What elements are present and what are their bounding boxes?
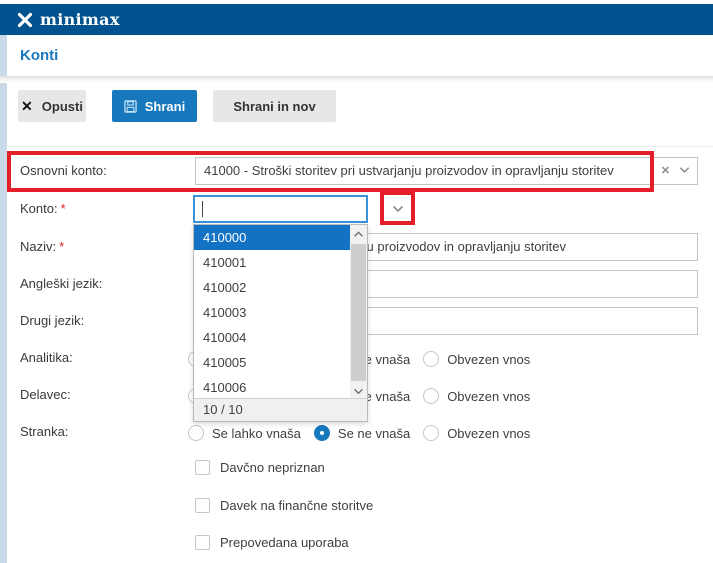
page-title[interactable]: Konti [20, 35, 58, 76]
osnovni-konto-label: Osnovni konto: [20, 157, 107, 185]
checkbox-prepovedana-uporaba[interactable] [195, 534, 210, 550]
checkbox-label-davcno-nepriznan: Davčno nepriznan [220, 459, 325, 475]
drugi-jezik-label-text: Drugi jezik: [20, 313, 85, 328]
radio-option-label: Se lahko vnaša [212, 425, 301, 441]
radio-option-obvezen-vnos[interactable]: Obvezen vnos [423, 351, 530, 367]
scroll-up-icon[interactable] [350, 225, 367, 243]
radio-button-icon[interactable] [423, 388, 440, 404]
konto-input[interactable] [193, 195, 368, 223]
analitika-label-text: Analitika: [20, 350, 73, 365]
stranka-radio-group: Se lahko vnaša Se ne vnaša Obvezen vnos [188, 424, 530, 442]
form-divider [7, 146, 713, 147]
naziv-label: Naziv: * [20, 233, 64, 261]
required-asterisk: * [60, 201, 66, 216]
opusti-button-label: Opusti [41, 98, 83, 114]
minimax-app-window: minimax Konti ✕ Opusti Shrani Shrani in … [0, 0, 713, 563]
stranka-label-text: Stranka: [20, 424, 69, 439]
konto-label: Konto: * [20, 195, 66, 223]
minimax-logo-icon [17, 12, 33, 27]
radio-option-se-lahko-vna-a[interactable]: Se lahko vnaša [188, 425, 301, 441]
delavec-label-text: Delavec: [20, 387, 71, 402]
save-floppy-icon [124, 99, 137, 113]
radio-button-icon[interactable] [188, 425, 204, 441]
checkbox-label-prepovedana-uporaba: Prepovedana uporaba [220, 534, 349, 550]
radio-button-icon[interactable] [423, 351, 440, 367]
dropdown-option-410003[interactable]: 410003 [194, 300, 350, 325]
delavec-label: Delavec: [20, 386, 71, 404]
dropdown-option-410002[interactable]: 410002 [194, 275, 350, 300]
shrani-button-label: Shrani [144, 98, 186, 114]
konto-dropdown-panel: 410000 410001 410002 410003 410004 410005 4100… [193, 224, 368, 422]
dropdown-option-410004[interactable]: 410004 [194, 325, 350, 350]
stranka-label: Stranka: [20, 423, 68, 441]
checkbox-label-davek-na-financne-storitve: Davek na finančne storitve [220, 497, 374, 513]
scrollbar-thumb[interactable] [351, 244, 366, 381]
dropdown-scrollbar[interactable] [350, 225, 367, 400]
dropdown-result-count: 10 / 10 [194, 398, 367, 421]
cancel-x-icon: ✕ [21, 97, 33, 114]
app-logo-text: minimax [40, 10, 120, 29]
chevron-down-icon[interactable] [679, 166, 690, 174]
clear-selection-icon[interactable]: ✕ [661, 158, 670, 184]
checkbox-davek-na-financne-storitve[interactable] [195, 497, 210, 513]
title-row: Konti [7, 35, 713, 76]
angleski-jezik-label-text: Angleški jezik: [20, 276, 103, 291]
radio-option-se-ne-vna-a[interactable]: Se ne vnaša [313, 425, 411, 441]
chevron-down-icon [392, 205, 403, 212]
radio-option-label: Obvezen vnos [447, 351, 531, 367]
radio-option-obvezen-vnos[interactable]: Obvezen vnos [423, 388, 530, 404]
dropdown-option-410006[interactable]: 410006 [194, 375, 350, 400]
checkbox-davcno-nepriznan[interactable] [195, 459, 210, 475]
dropdown-option-410005[interactable]: 410005 [194, 350, 350, 375]
dropdown-option-410001[interactable]: 410001 [194, 250, 350, 275]
title-divider [0, 76, 713, 83]
shrani-in-nov-button-label: Shrani in nov [233, 98, 316, 114]
naziv-label-text: Naziv: [20, 239, 57, 254]
shrani-button[interactable]: Shrani [112, 90, 197, 122]
radio-button-icon[interactable] [423, 425, 440, 441]
checkbox-row-prepovedana-uporaba[interactable]: Prepovedana uporaba [195, 534, 349, 550]
dropdown-option-410000[interactable]: 410000 [194, 225, 350, 250]
osnovni-konto-combobox[interactable]: 41000 - Stroški storitev pri ustvarjanju… [195, 157, 698, 185]
checkbox-row-davcno-nepriznan[interactable]: Davčno nepriznan [195, 459, 325, 475]
osnovni-konto-label-text: Osnovni konto: [20, 163, 107, 178]
app-header: minimax [0, 4, 713, 35]
radio-option-label: Obvezen vnos [447, 388, 531, 404]
analitika-label: Analitika: [20, 349, 73, 367]
drugi-jezik-label: Drugi jezik: [20, 307, 84, 335]
checkbox-row-davek-na-financne-storitve[interactable]: Davek na finančne storitve [195, 497, 373, 513]
text-cursor [202, 201, 203, 217]
angleski-jezik-label: Angleški jezik: [20, 270, 102, 298]
osnovni-konto-value: 41000 - Stroški storitev pri ustvarjanju… [204, 163, 614, 178]
radio-button-icon[interactable] [313, 425, 330, 441]
konto-dropdown-list: 410000 410001 410002 410003 410004 410005 4100… [194, 225, 350, 400]
radio-option-obvezen-vnos[interactable]: Obvezen vnos [423, 425, 530, 441]
opusti-button[interactable]: ✕ Opusti [18, 90, 86, 122]
konto-dropdown-toggle-button[interactable] [384, 196, 411, 221]
konto-label-text: Konto: [20, 201, 58, 216]
required-asterisk: * [59, 239, 65, 254]
shrani-in-nov-button[interactable]: Shrani in nov [213, 90, 336, 122]
radio-option-label: Obvezen vnos [447, 425, 531, 441]
left-edge-strip [0, 35, 7, 563]
radio-option-label: Se ne vnaša [337, 425, 411, 441]
